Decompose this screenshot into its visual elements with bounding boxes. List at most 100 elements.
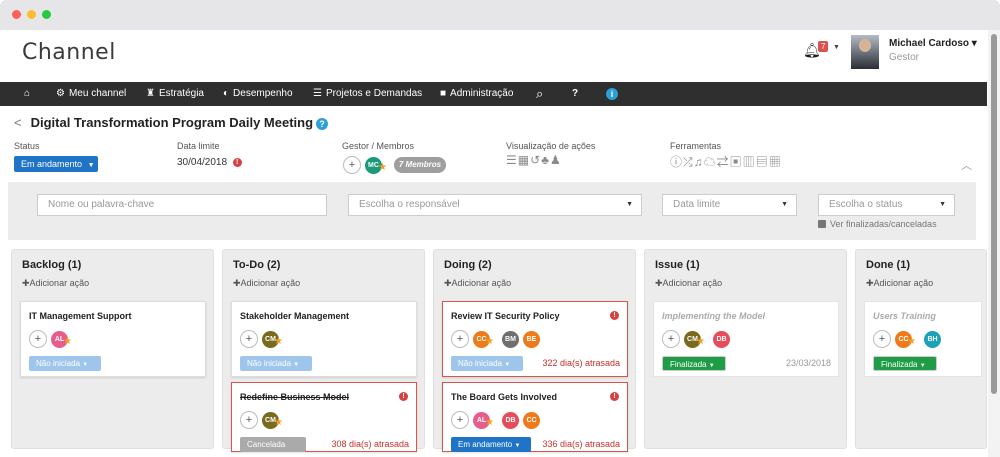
bell-icon[interactable]: ♫ (694, 155, 704, 169)
pie-chart-icon: ◐ (223, 88, 230, 99)
column-title: Doing (2) (444, 259, 492, 271)
action-card[interactable]: Review IT Security Policy ! + CC ★ BM BE… (442, 301, 628, 377)
window-titlebar (0, 0, 1000, 30)
state-dropdown[interactable]: Finalizada ▼ (873, 356, 937, 371)
keyword-input[interactable]: Nome ou palavra-chave (37, 194, 327, 216)
avatar[interactable]: DB (713, 331, 730, 348)
add-member-button[interactable]: + (343, 156, 361, 174)
action-card[interactable]: Stakeholder Management + CM ★ Não inicia… (231, 301, 417, 377)
star-icon: ★ (274, 336, 283, 347)
state-dropdown[interactable]: Não iniciada ▼ (451, 356, 523, 371)
state-dropdown[interactable]: Finalizada ▼ (662, 356, 726, 371)
deadline-select[interactable]: Data limite ▼ (662, 194, 797, 216)
help-icon[interactable]: ? (572, 82, 578, 106)
star-icon: ★ (485, 417, 494, 428)
add-responsible-button[interactable]: + (240, 411, 258, 429)
deadline-value: 30/04/2018 ! (177, 157, 242, 168)
state-dropdown[interactable]: Em andamento ▼ (451, 437, 531, 452)
add-action-button[interactable]: ✚Adicionar ação (233, 278, 300, 289)
card-title: Implementing the Model (662, 311, 766, 321)
add-responsible-button[interactable]: + (662, 330, 680, 348)
chart-icon[interactable]: ▥ (743, 155, 756, 169)
add-action-button[interactable]: ✚Adicionar ação (22, 278, 89, 289)
view-actions-label: Visualização de ações (506, 141, 596, 151)
late-days: 336 dia(s) atrasada (542, 439, 620, 449)
nav-projetos-demandas[interactable]: ☰ Projetos e Demandas (313, 82, 422, 106)
state-dropdown[interactable]: Não iniciada ▼ (29, 356, 101, 371)
team-icon[interactable]: ♣ (541, 153, 550, 167)
late-days: 308 dia(s) atrasada (331, 439, 409, 449)
kanban-column-issue: Issue (1) ✚Adicionar ação Implementing t… (644, 249, 847, 449)
card-date: 23/03/2018 (785, 358, 831, 368)
card-title: Stakeholder Management (240, 311, 350, 321)
status-dropdown[interactable]: Em andamento ▼ (14, 156, 98, 172)
info-icon[interactable]: ⓘ (670, 155, 683, 169)
help-icon[interactable]: ? (316, 117, 329, 130)
add-action-button[interactable]: ✚Adicionar ação (655, 278, 722, 289)
close-window-icon[interactable] (12, 10, 21, 19)
minimize-window-icon[interactable] (27, 10, 36, 19)
page-scrollbar[interactable] (988, 30, 1000, 457)
info-icon[interactable]: i (606, 88, 618, 100)
avatar[interactable]: BE (523, 331, 540, 348)
tools-group: ⓘ⤮♫☁⇄▣▥▤▦ (670, 153, 782, 170)
lock-icon[interactable]: ▣ (730, 155, 743, 169)
kanban-column-doing: Doing (2) ✚Adicionar ação Review IT Secu… (433, 249, 636, 452)
action-card[interactable]: The Board Gets Involved ! + AL ★ DB CC E… (442, 382, 628, 452)
state-dropdown[interactable]: Não iniciada ▼ (240, 356, 312, 371)
search-icon[interactable]: ⌕ (536, 82, 543, 106)
document-icon[interactable]: ▤ (756, 155, 769, 169)
chevron-down-icon[interactable]: ▼ (833, 44, 840, 51)
star-icon: ★ (485, 336, 494, 347)
add-responsible-button[interactable]: + (873, 330, 891, 348)
state-dropdown[interactable]: Cancelada (240, 437, 306, 452)
nav-estrategia[interactable]: ♜ Estratégia (146, 82, 204, 106)
action-card[interactable]: Redefine Business Model ! + CM ★ Cancela… (231, 382, 417, 452)
status-select[interactable]: Escolha o status ▼ (818, 194, 955, 216)
responsible-select[interactable]: Escolha o responsável ▼ (348, 194, 642, 216)
members-pill[interactable]: 7 Membros (394, 157, 446, 173)
history-icon[interactable]: ↺ (530, 153, 541, 167)
avatar[interactable]: BM (502, 331, 519, 348)
grid-view-icon[interactable]: ▦ (518, 153, 530, 167)
maximize-window-icon[interactable] (42, 10, 51, 19)
action-card[interactable]: Users Training + CC ★ BH Finalizada ▼ (864, 301, 982, 377)
collapse-chevron-icon[interactable]: ︿ (961, 157, 972, 173)
checkbox-icon[interactable] (818, 219, 826, 228)
user-icon[interactable]: ♟ (550, 153, 562, 167)
back-chevron-icon[interactable]: < (14, 115, 22, 130)
avatar[interactable]: CC (523, 412, 540, 429)
deadline-label: Data limite (177, 141, 220, 151)
shuffle-icon[interactable]: ⤮ (683, 155, 694, 169)
avatar[interactable]: DB (502, 412, 519, 429)
retweet-icon[interactable]: ⇄ (717, 155, 730, 169)
show-finished-checkbox[interactable]: Ver finalizadas/canceladas (818, 219, 937, 229)
star-icon: ★ (696, 336, 705, 347)
add-responsible-button[interactable]: + (29, 330, 47, 348)
add-action-button[interactable]: ✚Adicionar ação (866, 278, 933, 289)
star-icon: ★ (907, 336, 916, 347)
card-title: Review IT Security Policy (451, 311, 560, 321)
user-name-menu[interactable]: Michael Cardoso ▾ (889, 38, 977, 49)
nav-meu-channel[interactable]: ⚙ Meu channel (56, 82, 126, 106)
chess-rook-icon: ♜ (146, 88, 155, 99)
add-responsible-button[interactable]: + (240, 330, 258, 348)
app-logo[interactable]: Channel (22, 40, 116, 65)
home-icon[interactable]: ⌂ (24, 82, 30, 106)
avatar[interactable]: BH (924, 331, 941, 348)
user-avatar[interactable] (851, 35, 879, 69)
alert-icon: ! (610, 392, 619, 401)
add-responsible-button[interactable]: + (451, 330, 469, 348)
table-icon[interactable]: ▦ (769, 155, 782, 169)
add-action-button[interactable]: ✚Adicionar ação (444, 278, 511, 289)
list-view-icon[interactable]: ☰ (506, 153, 518, 167)
add-responsible-button[interactable]: + (451, 411, 469, 429)
nav-desempenho[interactable]: ◐ Desempenho (223, 82, 293, 106)
cloud-upload-icon[interactable]: ☁ (704, 155, 717, 169)
nav-administracao[interactable]: ■ Administração (440, 82, 513, 106)
scrollbar-thumb[interactable] (991, 34, 997, 394)
action-card[interactable]: Implementing the Model + CM ★ DB Finaliz… (653, 301, 839, 377)
action-card[interactable]: IT Management Support + AL ★ Não iniciad… (20, 301, 206, 377)
app-header: Channel 🔔︎ 7 ▼ Michael Cardoso ▾ Gestor (0, 30, 1000, 82)
view-toggle-group: ☰▦↺♣♟ (506, 153, 562, 167)
